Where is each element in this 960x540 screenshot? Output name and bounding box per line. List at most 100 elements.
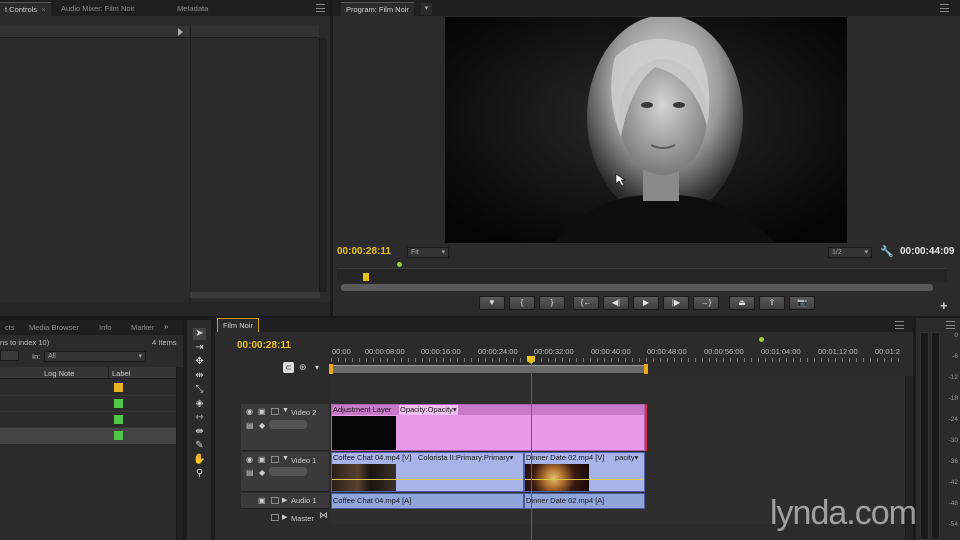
expand-track-icon[interactable]: ▶: [282, 513, 287, 521]
timeline-current-timecode[interactable]: 00:00:28:11: [237, 340, 291, 351]
toggle-track-lock-icon[interactable]: [271, 514, 279, 521]
toggle-output-eye-icon[interactable]: ◉: [246, 455, 253, 464]
zoom-tool-icon[interactable]: ⚲: [193, 468, 206, 480]
project-search-input[interactable]: [0, 350, 19, 361]
clip-fx-dropdown[interactable]: Opacity:Opacity▾: [399, 405, 458, 415]
rolling-edit-tool-icon[interactable]: ⇹: [193, 370, 206, 382]
monitor-mini-ruler[interactable]: [337, 268, 947, 282]
panel-overflow-icon[interactable]: »: [164, 322, 168, 331]
panel-menu-icon[interactable]: [940, 4, 949, 12]
step-forward-button[interactable]: |▶: [663, 296, 689, 310]
column-log-note[interactable]: Log Note: [44, 369, 74, 378]
expand-track-icon[interactable]: ▶: [282, 496, 287, 504]
ripple-edit-tool-icon[interactable]: ✥: [193, 356, 206, 368]
clip-adjustment-layer[interactable]: Adjustment Layer Opacity:Opacity▾: [331, 404, 645, 451]
toggle-track-lock-icon[interactable]: [271, 408, 279, 415]
clip-fx-dropdown[interactable]: Colorista II:Primary:Primary▾: [418, 453, 513, 463]
expand-arrow-icon[interactable]: [178, 28, 183, 36]
add-button-icon[interactable]: +: [940, 298, 948, 313]
panel-menu-icon[interactable]: [316, 4, 325, 12]
column-label[interactable]: Label: [112, 369, 130, 378]
tab-dropdown-icon[interactable]: ▾: [421, 3, 432, 15]
ruler-tick-label: 00:00:32:00: [534, 347, 574, 356]
work-area-bar[interactable]: [331, 365, 646, 373]
play-button[interactable]: ▶: [633, 296, 659, 310]
in-dropdown[interactable]: All ▾: [44, 351, 146, 362]
tab-metadata[interactable]: Metadata: [172, 2, 213, 16]
project-row[interactable]: [0, 380, 176, 396]
tab-markers[interactable]: Marker: [126, 321, 159, 335]
clip-fx-dropdown[interactable]: pacity▾: [615, 453, 638, 463]
keyframe-icon[interactable]: ◆: [259, 421, 265, 430]
toggle-sync-lock-icon[interactable]: ▣: [258, 407, 266, 416]
display-style-icon[interactable]: ▤: [246, 421, 254, 430]
clip-coffee-chat-audio[interactable]: Coffee Chat 04.mp4 [A]: [331, 493, 524, 509]
rate-stretch-tool-icon[interactable]: ⤡: [193, 384, 206, 396]
project-status: ns to index 10): [0, 338, 50, 347]
master-end-icon[interactable]: ⋈: [319, 510, 328, 521]
wrench-icon[interactable]: 🔧: [880, 245, 894, 258]
tab-effect-controls[interactable]: t Controls ×: [0, 2, 51, 16]
go-to-out-button[interactable]: →}: [693, 296, 719, 310]
clip-dinner-date-audio[interactable]: Dinner Date 02.mp4 [A]: [524, 493, 645, 509]
work-area-end-handle[interactable]: [644, 364, 648, 374]
collapse-track-icon[interactable]: ▼: [282, 407, 289, 414]
project-row-selected[interactable]: [0, 428, 176, 444]
add-marker-button[interactable]: ▼: [479, 296, 505, 310]
hand-tool-icon[interactable]: ✋: [193, 454, 206, 466]
mark-out-button[interactable]: }: [539, 296, 565, 310]
collapse-track-icon[interactable]: ▼: [282, 455, 289, 462]
work-area-start-handle[interactable]: [329, 364, 333, 374]
tab-audio-mixer[interactable]: Audio Mixer: Film Noir: [56, 2, 140, 16]
opacity-keyframe-field[interactable]: [269, 420, 307, 429]
effect-controls-hscroll[interactable]: [190, 292, 320, 298]
selection-tool-icon[interactable]: ➤: [193, 328, 206, 340]
display-style-icon[interactable]: ▤: [246, 468, 254, 477]
clip-opacity-line[interactable]: [332, 479, 523, 480]
tab-info[interactable]: Info: [94, 321, 117, 335]
effect-controls-timeline-header: [191, 26, 319, 38]
tab-media-browser[interactable]: Media Browser: [24, 321, 84, 335]
export-frame-button[interactable]: 📷: [789, 296, 815, 310]
snap-icon[interactable]: ⊂: [283, 362, 294, 373]
toggle-output-eye-icon[interactable]: ◉: [246, 407, 253, 416]
resolution-dropdown[interactable]: 1/2 ▾: [828, 247, 872, 258]
toggle-sync-lock-icon[interactable]: ▣: [258, 496, 266, 505]
project-row[interactable]: [0, 412, 176, 428]
lift-button[interactable]: ⏏: [729, 296, 755, 310]
pen-tool-icon[interactable]: ✎: [193, 440, 206, 452]
step-back-button[interactable]: ◀|: [603, 296, 629, 310]
slip-tool-icon[interactable]: ⇿: [193, 412, 206, 424]
effect-controls-scrollbar[interactable]: [319, 38, 327, 292]
slide-tool-icon[interactable]: ⇼: [193, 426, 206, 438]
clip-opacity-line[interactable]: [525, 479, 644, 480]
timeline-ruler[interactable]: 00:00 00:00:08:00 00:00:16:00 00:00:24:0…: [329, 337, 905, 374]
tab-timeline-film-noir[interactable]: Film Noir: [217, 318, 259, 332]
program-current-timecode[interactable]: 00:00:28:11: [337, 246, 391, 257]
clip-coffee-chat-video[interactable]: Coffee Chat 04.mp4 [V] Colorista II:Prim…: [331, 452, 524, 492]
keyframe-icon[interactable]: ◆: [259, 468, 265, 477]
tab-program-monitor[interactable]: Program: Film Noir: [341, 2, 414, 16]
toggle-track-lock-icon[interactable]: [271, 456, 279, 463]
project-scrollbar[interactable]: [176, 367, 183, 540]
monitor-zoom-bar[interactable]: [341, 284, 933, 291]
panel-menu-icon[interactable]: [895, 321, 904, 329]
add-marker-icon[interactable]: ▾: [315, 363, 319, 372]
project-row[interactable]: [0, 396, 176, 412]
toggle-track-lock-icon[interactable]: [271, 497, 279, 504]
track-select-tool-icon[interactable]: ⇥: [193, 342, 206, 354]
playhead-line[interactable]: [531, 364, 532, 540]
opacity-keyframe-field[interactable]: [269, 467, 307, 476]
fit-dropdown[interactable]: Fit ▾: [407, 247, 449, 258]
clip-dinner-date-video[interactable]: Dinner Date 02.mp4 [V] pacity▾: [524, 452, 645, 492]
tab-effects[interactable]: cts: [0, 321, 20, 335]
mark-in-button[interactable]: {: [509, 296, 535, 310]
panel-menu-icon[interactable]: [946, 321, 955, 329]
razor-tool-icon[interactable]: ◈: [193, 398, 206, 410]
extract-button[interactable]: ⇪: [759, 296, 785, 310]
close-icon[interactable]: ×: [41, 5, 45, 14]
go-to-in-button[interactable]: {←: [573, 296, 599, 310]
toggle-sync-lock-icon[interactable]: ▣: [258, 455, 266, 464]
linked-selection-icon[interactable]: ⊛: [299, 362, 307, 373]
monitor-playhead-marker[interactable]: [363, 273, 369, 281]
